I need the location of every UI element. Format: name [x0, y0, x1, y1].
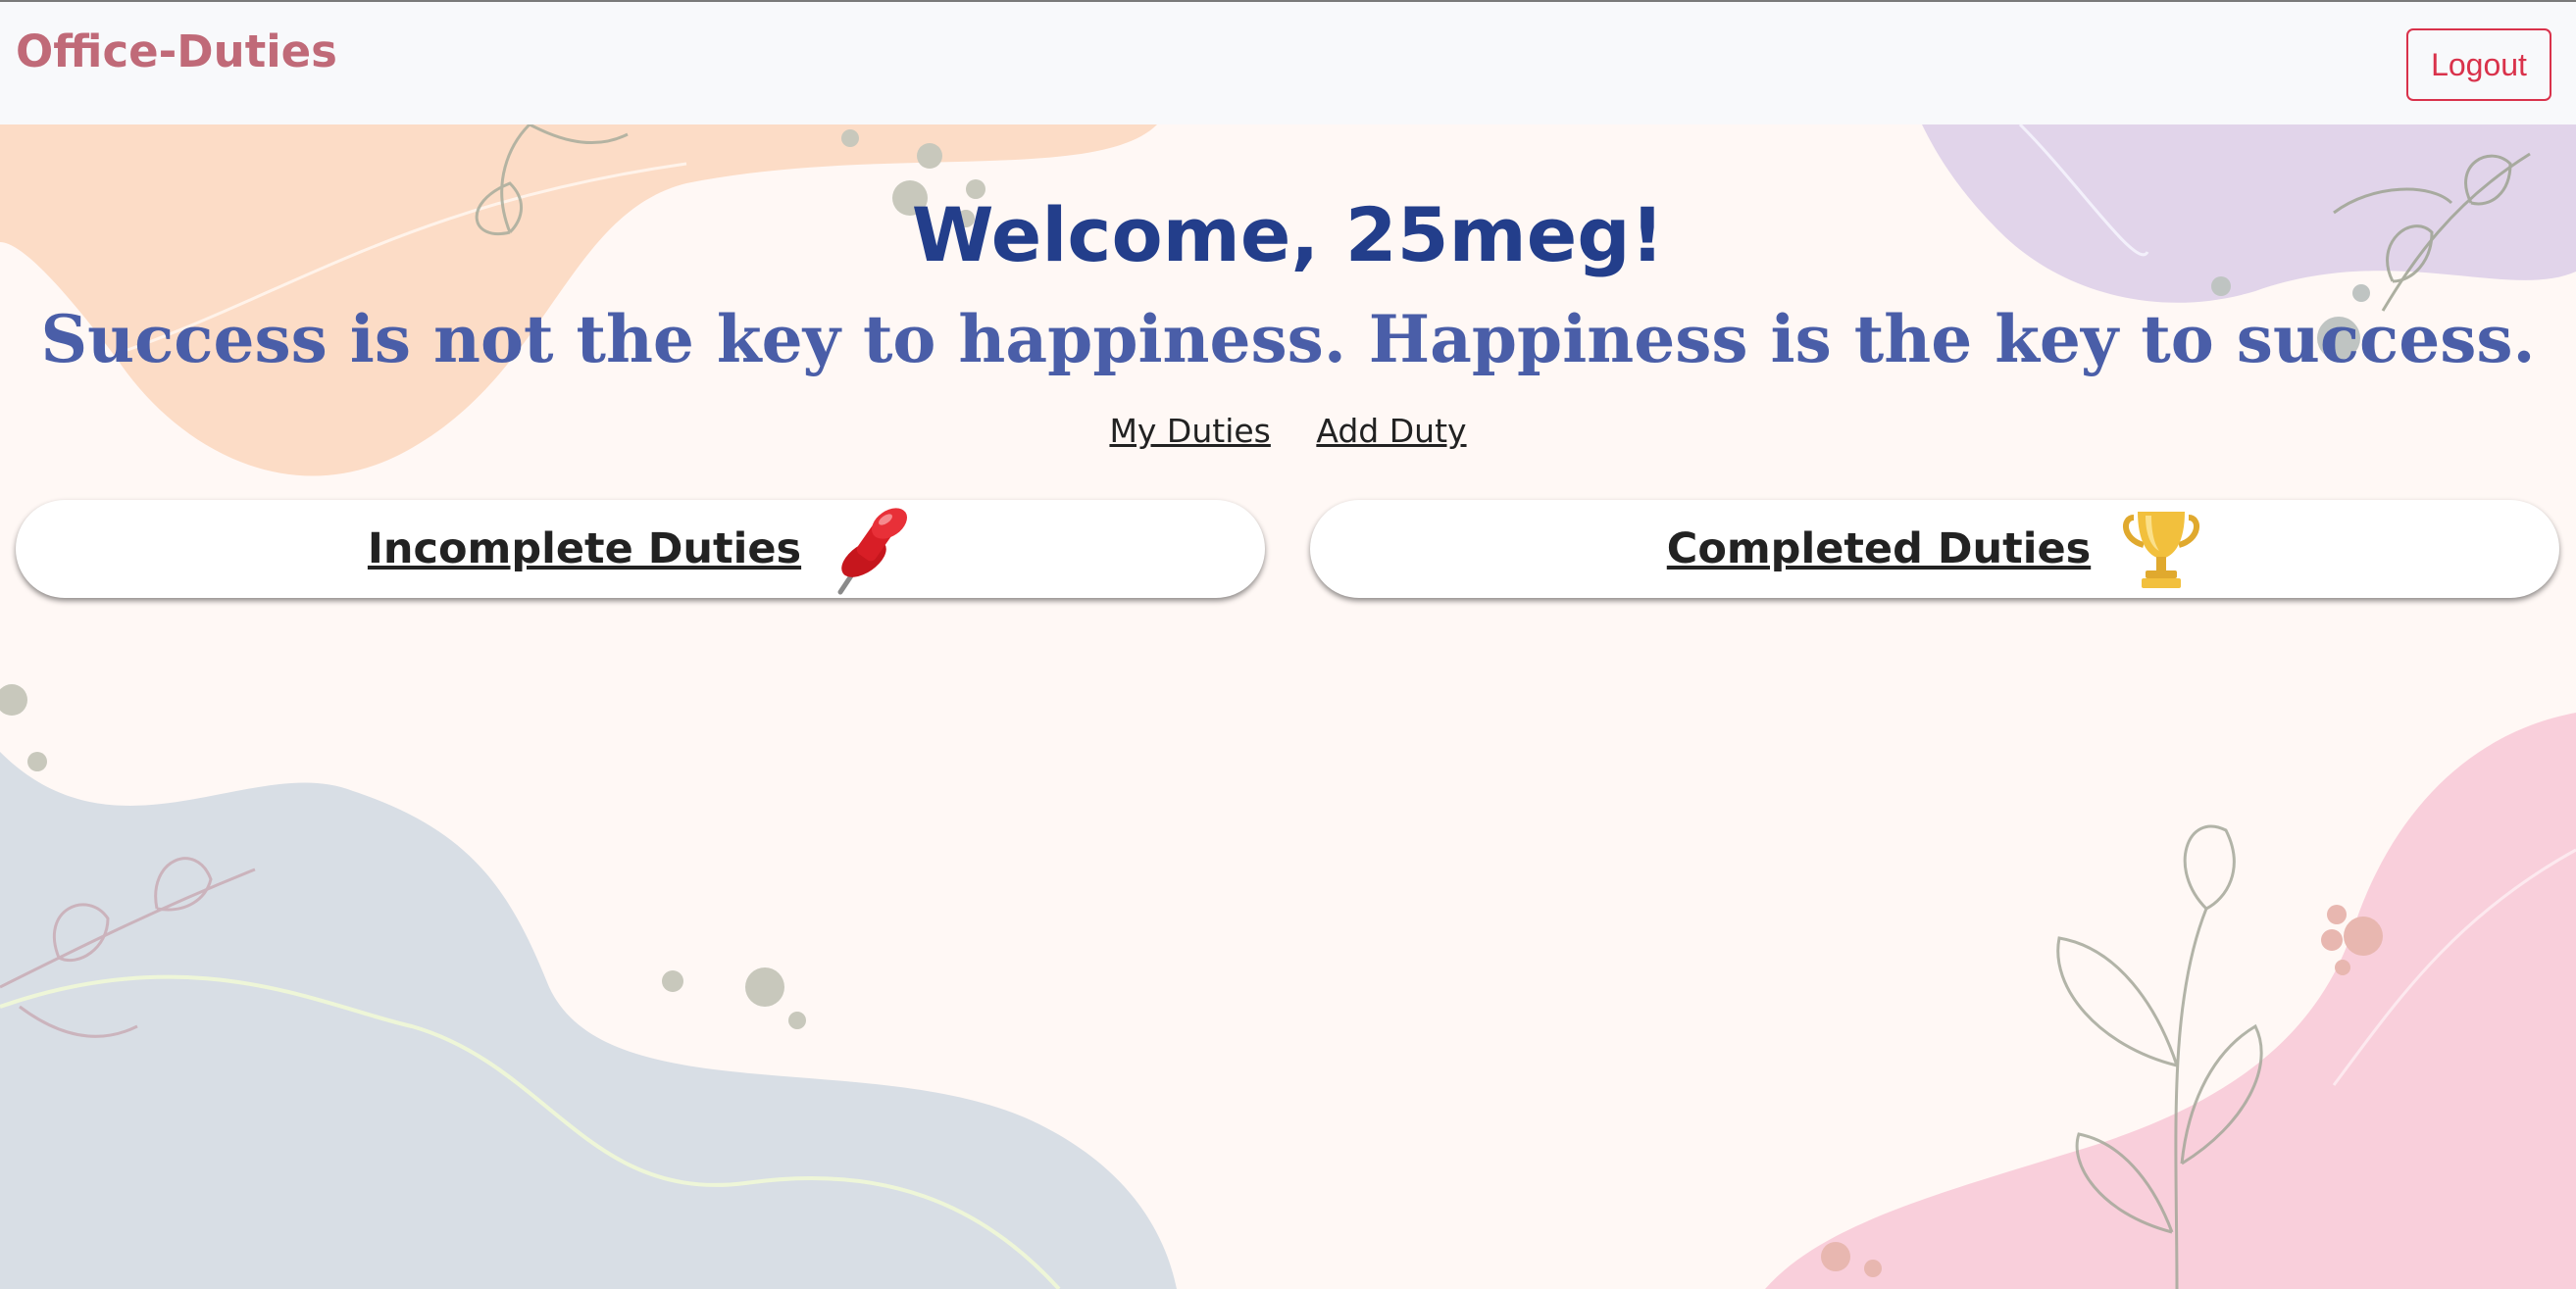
completed-duties-card[interactable]: Completed Duties	[1310, 500, 2559, 598]
duties-nav: My Duties Add Duty	[0, 412, 2576, 450]
incomplete-duties-title[interactable]: Incomplete Duties	[368, 524, 801, 573]
completed-duties-title[interactable]: Completed Duties	[1667, 524, 2091, 573]
motivational-quote: Success is not the key to happiness. Hap…	[40, 301, 2536, 377]
welcome-heading: Welcome, 25meg!	[911, 191, 1665, 278]
incomplete-duties-card[interactable]: Incomplete Duties	[16, 500, 1265, 598]
brand-logo[interactable]: Office-Duties	[16, 25, 337, 77]
add-duty-link[interactable]: Add Duty	[1316, 412, 1466, 450]
top-navbar: Office-Duties Logout	[0, 0, 2576, 124]
main-content: Welcome, 25meg! Success is not the key t…	[0, 124, 2576, 1289]
logout-button[interactable]: Logout	[2406, 28, 2551, 101]
pushpin-icon	[831, 502, 913, 596]
my-duties-link[interactable]: My Duties	[1109, 412, 1270, 450]
trophy-icon	[2120, 502, 2202, 596]
